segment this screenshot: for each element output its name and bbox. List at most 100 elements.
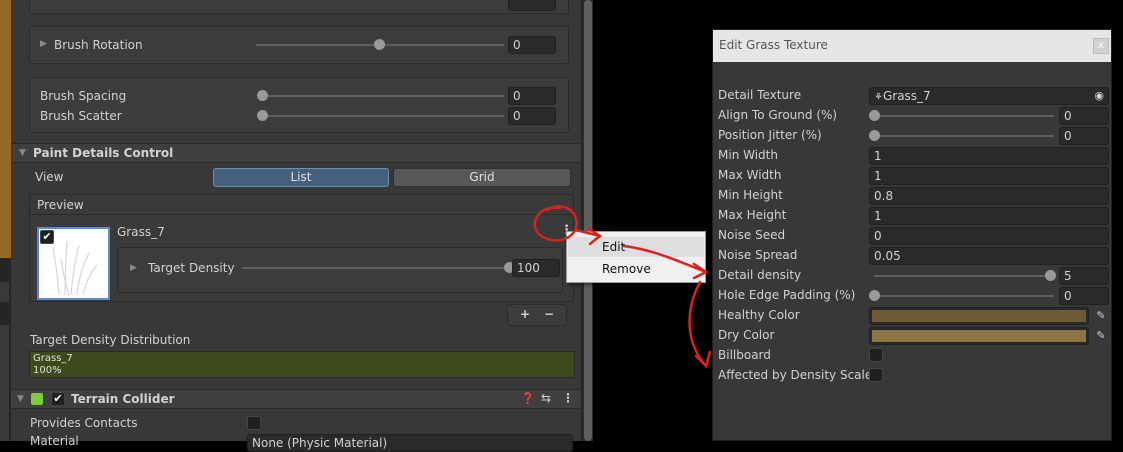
brush-scatter-label: Brush Scatter — [40, 109, 122, 123]
window-row-label: Position Jitter (%) — [718, 128, 822, 142]
window-row-label: Affected by Density Scale — [718, 368, 873, 382]
window-row-label: Detail Texture — [718, 88, 802, 102]
window-row-field[interactable]: 5 — [1059, 267, 1109, 285]
scrollbar-thumb[interactable] — [584, 0, 592, 441]
preview-box: Preview ✔ Grass_7 ⋮ ▶ Target Density 100 — [29, 194, 574, 302]
provides-contacts-label: Provides Contacts — [30, 416, 138, 430]
material-field[interactable]: None (Physic Material) — [247, 434, 573, 452]
detail-texture-value: Grass_7 — [882, 89, 931, 103]
add-remove-box: + − — [507, 304, 567, 326]
window-row-slider-knob[interactable] — [869, 130, 880, 141]
window-row-field[interactable]: 0.05 — [869, 247, 1109, 265]
prev-settings-box — [29, 0, 569, 14]
provides-contacts-checkbox[interactable] — [247, 416, 261, 430]
target-density-field[interactable]: 100 — [512, 259, 560, 277]
window-row-field[interactable]: 1 — [869, 207, 1109, 225]
terrain-collider-header[interactable]: ▼ ✔ Terrain Collider ❓ ⇆ ⋮ — [11, 389, 581, 409]
context-menu-remove[interactable]: Remove — [568, 259, 704, 279]
brush-spacing-field[interactable]: 0 — [508, 87, 556, 105]
window-row-field[interactable]: 1 — [869, 147, 1109, 165]
brush-scatter-field[interactable]: 0 — [508, 107, 556, 125]
scene-panel — [0, 325, 9, 441]
brush-spacing-label: Brush Spacing — [40, 89, 127, 103]
inspector-panel: ▶ Brush Rotation 0 Brush Spacing 0 Brush… — [11, 0, 581, 452]
window-row-label: Detail density — [718, 268, 802, 282]
add-detail-button[interactable]: + — [520, 307, 530, 321]
window-row-label: Min Width — [718, 148, 778, 162]
remove-detail-button[interactable]: − — [544, 307, 554, 321]
window-row-field[interactable]: 1 — [869, 167, 1109, 185]
detail-name: Grass_7 — [117, 225, 165, 239]
window-row-label: Noise Spread — [718, 248, 798, 262]
preview-label: Preview — [37, 198, 84, 212]
window-row-label: Max Width — [718, 168, 782, 182]
paint-details-header[interactable]: ▼ Paint Details Control — [11, 143, 581, 163]
expand-arrow-icon[interactable]: ▶ — [130, 263, 137, 273]
brush-rotation-box: ▶ Brush Rotation 0 — [29, 26, 569, 64]
brush-scatter-slider[interactable] — [262, 115, 504, 117]
billboard-checkbox[interactable] — [869, 348, 883, 362]
cut-off-field[interactable] — [508, 0, 556, 11]
brush-rotation-field[interactable]: 0 — [508, 36, 556, 54]
collider-title: Terrain Collider — [71, 392, 175, 406]
window-row-field[interactable]: 0 — [1059, 287, 1109, 305]
context-menu-edit[interactable]: Edit — [568, 237, 704, 257]
window-row-field[interactable]: 0 — [1059, 107, 1109, 125]
dry-color-field[interactable] — [869, 327, 1089, 345]
collider-cube-icon — [31, 393, 43, 405]
brush-spacing-box: Brush Spacing 0 Brush Scatter 0 — [29, 77, 569, 133]
window-row-slider[interactable] — [874, 275, 1054, 277]
detail-enabled-checkbox[interactable]: ✔ — [40, 230, 54, 244]
window-row-slider[interactable] — [874, 115, 1054, 117]
window-row-field[interactable]: 0 — [1059, 127, 1109, 145]
texture-icon: ⚘ — [874, 92, 883, 103]
window-row-slider[interactable] — [874, 135, 1054, 137]
close-button[interactable]: x — [1093, 38, 1109, 54]
window-row-label: Noise Seed — [718, 228, 786, 242]
material-label: Material — [30, 434, 79, 448]
detail-settings-box: ▶ Target Density 100 — [117, 247, 563, 293]
scene-view-strip — [0, 0, 11, 441]
expand-arrow-icon[interactable]: ▶ — [40, 39, 47, 49]
brush-spacing-slider[interactable] — [262, 95, 504, 97]
color-swatch — [872, 330, 1086, 342]
window-row-slider-knob[interactable] — [1045, 270, 1056, 281]
collapse-arrow-icon[interactable]: ▼ — [17, 394, 24, 404]
window-row-field[interactable]: 0 — [869, 227, 1109, 245]
collapse-arrow-icon[interactable]: ▼ — [19, 148, 26, 158]
context-menu: Edit Remove — [566, 231, 706, 283]
color-swatch — [872, 310, 1086, 322]
inspector-scrollbar[interactable] — [581, 0, 593, 441]
brush-rotation-knob[interactable] — [374, 39, 385, 50]
paint-details-title: Paint Details Control — [33, 146, 174, 160]
help-icon[interactable]: ❓ — [521, 392, 535, 405]
window-row-label: Dry Color — [718, 328, 775, 342]
object-picker-icon[interactable]: ◉ — [1094, 89, 1104, 102]
scene-panel — [0, 282, 9, 302]
brush-spacing-knob[interactable] — [257, 90, 268, 101]
window-row-field[interactable]: 0.8 — [869, 187, 1109, 205]
distribution-label: Target Density Distribution — [30, 333, 191, 347]
window-row-slider-knob[interactable] — [869, 290, 880, 301]
more-options-icon[interactable]: ⋮ — [562, 391, 574, 405]
window-row-label: Max Height — [718, 208, 787, 222]
preset-icon[interactable]: ⇆ — [541, 391, 551, 405]
target-density-label: Target Density — [148, 261, 235, 275]
distribution-name: Grass_7 — [33, 353, 73, 364]
scene-terrain-preview — [0, 0, 11, 258]
affected-by-density-checkbox[interactable] — [869, 368, 883, 382]
brush-scatter-knob[interactable] — [257, 110, 268, 121]
healthy-color-field[interactable] — [869, 307, 1089, 325]
eyedropper-icon[interactable]: ✎ — [1093, 328, 1109, 344]
edit-grass-texture-window: Edit Grass Texture x Detail Texture ⚘Gras… — [712, 29, 1112, 441]
window-row-slider-knob[interactable] — [869, 110, 880, 121]
brush-rotation-label: Brush Rotation — [54, 38, 143, 52]
window-row-slider[interactable] — [874, 295, 1054, 297]
eyedropper-icon[interactable]: ✎ — [1093, 308, 1109, 324]
view-list-button[interactable]: List — [213, 168, 389, 187]
view-grid-button[interactable]: Grid — [393, 168, 571, 187]
window-title: Edit Grass Texture — [713, 30, 1111, 62]
detail-texture-field[interactable]: ⚘Grass_7 ◉ — [869, 87, 1109, 105]
collider-enabled-checkbox[interactable]: ✔ — [51, 392, 65, 406]
target-density-slider[interactable] — [242, 267, 508, 269]
